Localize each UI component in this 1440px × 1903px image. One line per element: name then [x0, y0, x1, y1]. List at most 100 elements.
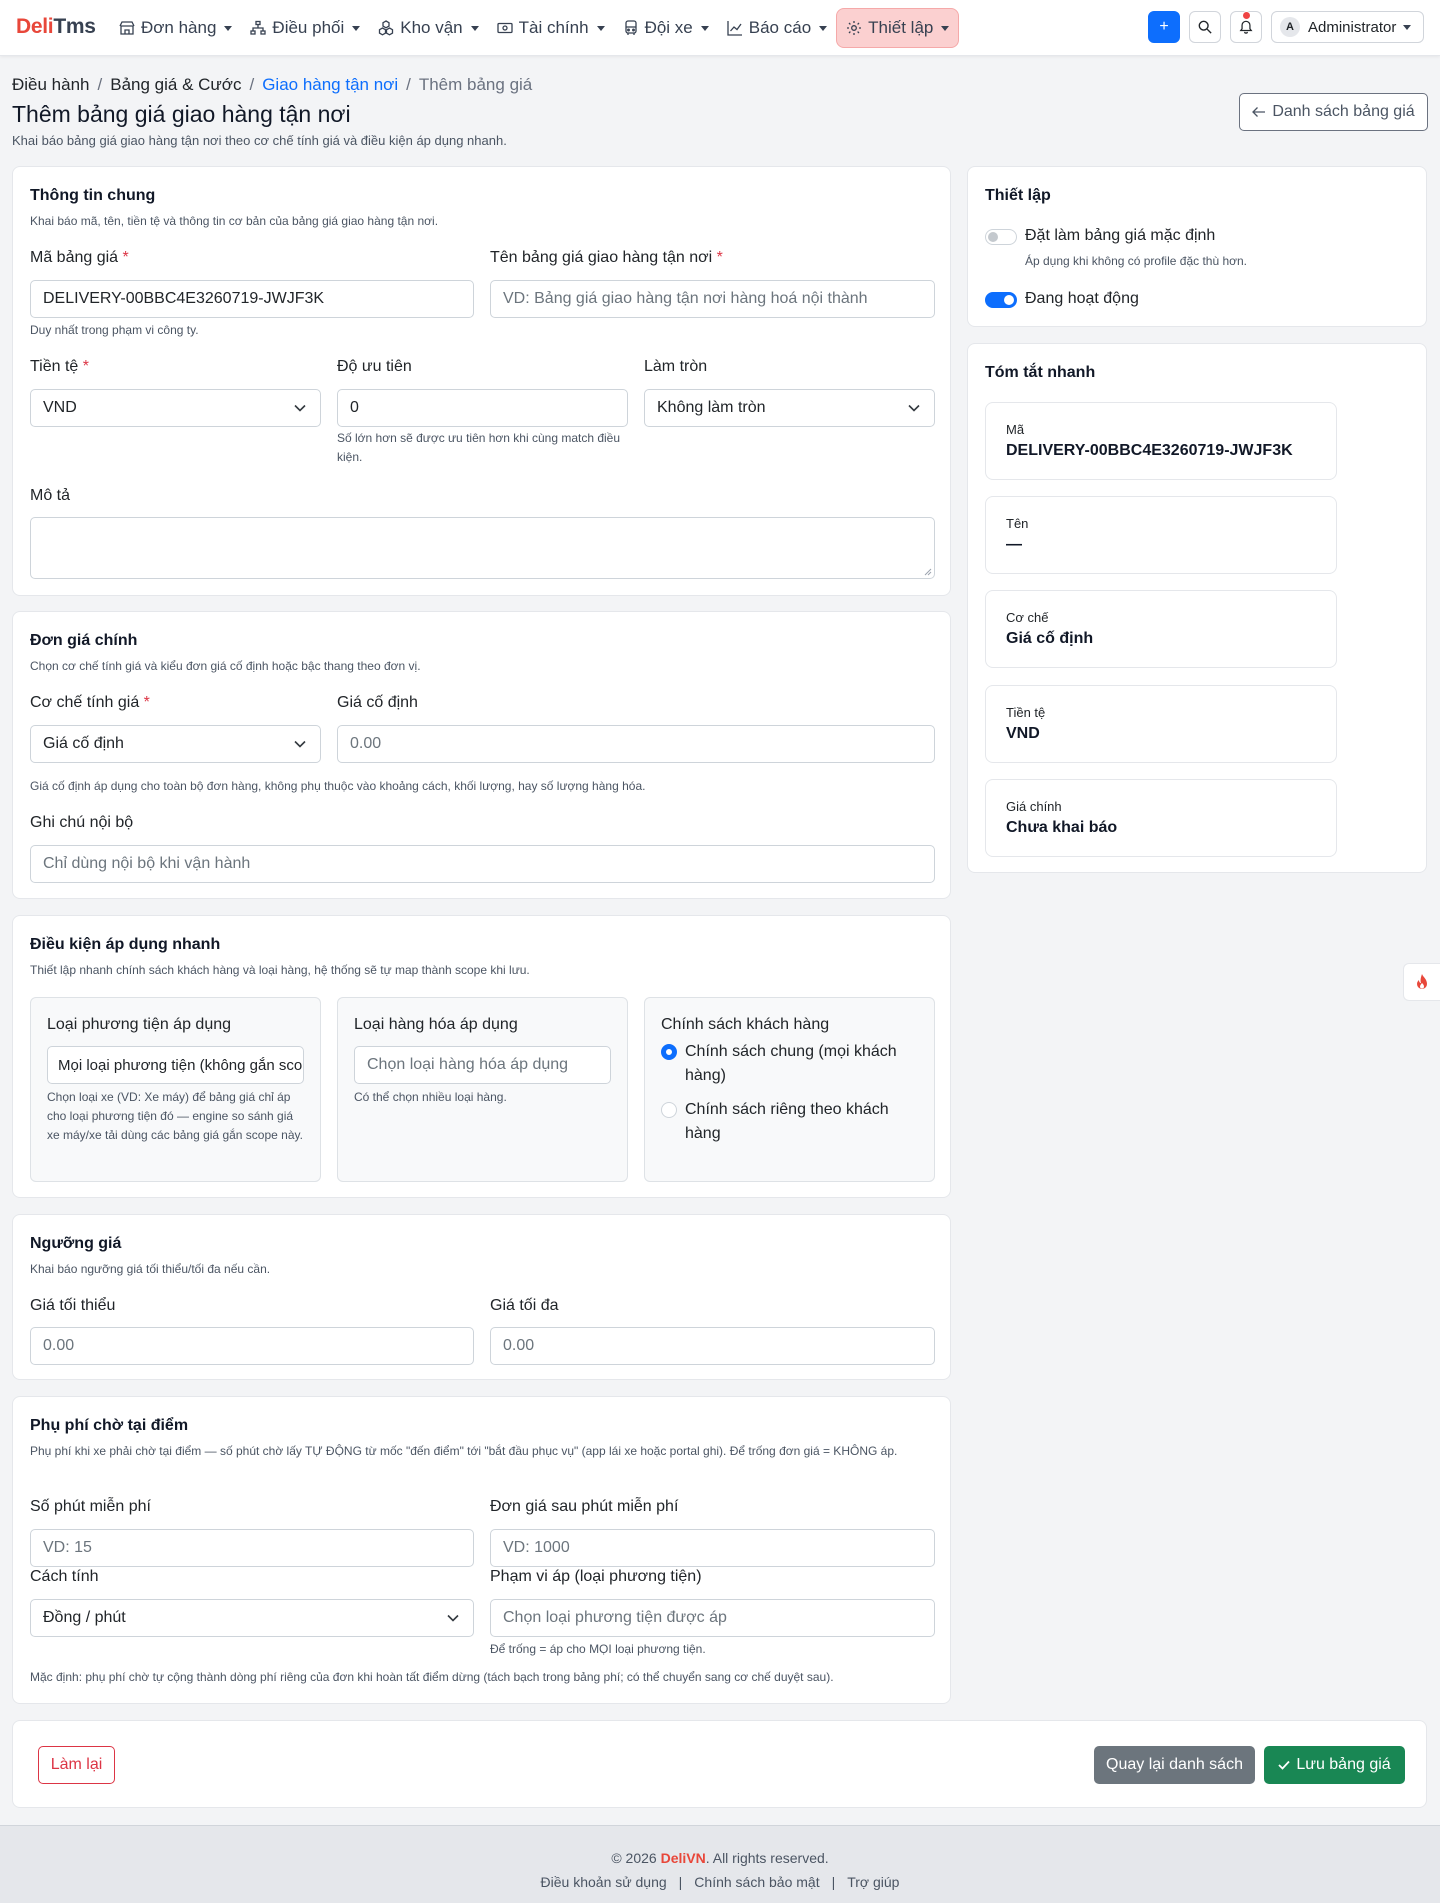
brand-part2: Tms [53, 15, 96, 38]
vehicle-scope-input[interactable]: Mọi loại phương tiện (không gắn scope) [47, 1046, 304, 1084]
policy-specific-label: Chính sách riêng theo khách hàng [685, 1101, 889, 1142]
goods-scope-label: Loại hàng hóa áp dụng [354, 1016, 518, 1033]
default-note: Mặc định: phụ phí chờ tự cộng thành dòng… [30, 1670, 834, 1684]
code-input[interactable]: DELIVERY-00BBC4E3260719-JWJF3K [30, 280, 474, 318]
nav-finance[interactable]: Tài chính [488, 8, 614, 48]
priority-help: Số lớn hơn sẽ được ưu tiên hơn khi cùng … [337, 431, 621, 464]
name-label: Tên bảng giá giao hàng tận nơi * [490, 249, 723, 267]
required-mark: * [82, 358, 90, 375]
breadcrumb-item[interactable]: Bảng giá & Cước [110, 75, 241, 95]
chevron-down-icon [294, 404, 306, 412]
name-input[interactable]: VD: Bảng giá giao hàng tận nơi hàng hoá … [490, 280, 935, 318]
caret-down-icon [700, 25, 709, 31]
quick-add-button[interactable]: + [1148, 11, 1180, 43]
summary-value: Chưa khai báo [1006, 819, 1118, 836]
description-textarea[interactable] [30, 517, 935, 579]
search-icon [1198, 20, 1212, 34]
vehicle-scope-label: Loại phương tiện áp dụng [47, 1016, 232, 1033]
rounding-label: Làm tròn [644, 358, 708, 375]
calc-method-label: Cách tính [30, 1568, 99, 1585]
nav-reports-label: Báo cáo [748, 18, 812, 37]
internal-note-input[interactable]: Chỉ dùng nội bộ khi vận hành [30, 845, 935, 883]
summary-key: Giá chính [1006, 799, 1062, 814]
default-toggle-help: Áp dụng khi không có profile đặc thù hơn… [1025, 254, 1248, 268]
summary-value: DELIVERY-00BBC4E3260719-JWJF3K [1006, 442, 1293, 459]
breadcrumb-link[interactable]: Giao hàng tận nơi [262, 75, 398, 95]
rounding-select[interactable]: Không làm tròn [644, 389, 935, 427]
apply-scope-label: Phạm vi áp (loại phương tiện) [490, 1568, 702, 1585]
apply-scope-input[interactable]: Chọn loại phương tiện được áp [490, 1599, 935, 1637]
footer-link-privacy[interactable]: Chính sách bảo mật [694, 1874, 819, 1890]
breadcrumb-item[interactable]: Điều hành [12, 75, 90, 95]
policy-general-option[interactable]: Chính sách chung (mọi khách hàng) [661, 1040, 911, 1088]
chevron-down-icon [447, 1614, 459, 1622]
quick-summary-card: Tóm tắt nhanh Mã DELIVERY-00BBC4E3260719-… [967, 343, 1427, 873]
footer-link-terms[interactable]: Điều khoản sử dụng [541, 1874, 667, 1890]
back-to-list-secondary-button[interactable]: Quay lại danh sách [1094, 1746, 1255, 1784]
caret-down-icon [941, 25, 950, 31]
summary-item-main-price: Giá chính Chưa khai báo [985, 779, 1337, 857]
nav-warehouse[interactable]: Kho vận [369, 8, 487, 48]
default-toggle[interactable] [985, 229, 1017, 245]
quick-conditions-card: Điều kiện áp dụng nhanh Thiết lập nhanh … [12, 915, 951, 1198]
brand-logo[interactable]: DeliTms [16, 15, 96, 39]
caret-down-icon [224, 25, 233, 31]
nav-settings-label: Thiết lập [868, 18, 934, 37]
summary-value: VND [1006, 725, 1040, 742]
nav-settings[interactable]: Thiết lập [836, 8, 960, 48]
nav-fleet[interactable]: Đội xe [614, 8, 718, 48]
currency-value: VND [43, 399, 77, 416]
priority-input[interactable]: 0 [337, 389, 628, 427]
rate-after-free-input[interactable]: VD: 1000 [490, 1529, 935, 1567]
waiting-fee-card: Phụ phí chờ tại điểm Phụ phí khi xe phải… [12, 1396, 951, 1704]
main-price-card: Đơn giá chính Chọn cơ chế tính giá và ki… [12, 611, 951, 899]
default-toggle-label: Đặt làm bảng giá mặc định [1025, 227, 1216, 244]
fire-icon [1414, 973, 1430, 991]
resize-handle-icon[interactable] [924, 568, 932, 576]
free-minutes-input[interactable]: VD: 15 [30, 1529, 474, 1567]
nav-dispatch[interactable]: Điều phối [241, 8, 369, 48]
currency-select[interactable]: VND [30, 389, 321, 427]
nav-orders-label: Đơn hàng [141, 18, 217, 37]
mechanism-select[interactable]: Giá cố định [30, 725, 321, 763]
section-title: Thông tin chung [30, 187, 156, 204]
save-price-list-button[interactable]: Lưu bảng giá [1264, 1746, 1405, 1784]
active-toggle-label: Đang hoạt động [1025, 290, 1139, 307]
footer-separator: | [678, 1874, 683, 1890]
active-toggle[interactable] [985, 292, 1017, 308]
nav-orders[interactable]: Đơn hàng [110, 8, 241, 48]
footer-link-help[interactable]: Trợ giúp [847, 1874, 899, 1890]
section-title: Tóm tắt nhanh [985, 364, 1096, 381]
section-hint: Phụ phí khi xe phải chờ tại điểm — số ph… [30, 1444, 898, 1458]
user-menu-button[interactable]: A Administrator [1271, 11, 1424, 43]
min-price-input[interactable]: 0.00 [30, 1327, 474, 1365]
boxes-icon [378, 20, 400, 36]
goods-scope-input[interactable]: Chọn loại hàng hóa áp dụng [354, 1046, 611, 1084]
breadcrumb-current: Thêm bảng giá [418, 75, 533, 94]
nav-reports[interactable]: Báo cáo [718, 8, 836, 48]
nav-dispatch-label: Điều phối [272, 18, 345, 37]
nav-fleet-label: Đội xe [644, 18, 693, 37]
summary-item-currency: Tiền tệ VND [985, 685, 1337, 763]
caret-down-icon [819, 25, 828, 31]
footer-links: Điều khoản sử dụng | Chính sách bảo mật | Tr… [0, 1874, 1440, 1890]
mechanism-value: Giá cố định [43, 735, 124, 752]
max-price-label: Giá tối đa [490, 1297, 559, 1314]
policy-general-label: Chính sách chung (mọi khách hàng) [685, 1043, 897, 1084]
section-hint: Chọn cơ chế tính giá và kiểu đơn giá cố … [30, 659, 421, 673]
search-button[interactable] [1189, 11, 1221, 43]
hot-tools-button[interactable] [1403, 963, 1440, 1001]
radio-unchecked[interactable] [661, 1102, 677, 1118]
radio-checked[interactable] [661, 1044, 677, 1060]
notifications-button[interactable] [1230, 11, 1262, 43]
reset-button[interactable]: Làm lại [38, 1746, 115, 1784]
copyright: © 2026 DeliVN. All rights reserved. [0, 1850, 1440, 1866]
free-minutes-label: Số phút miễn phí [30, 1498, 151, 1515]
user-name: Administrator [1308, 18, 1397, 36]
calc-method-select[interactable]: Đồng / phút [30, 1599, 474, 1637]
goods-scope-help: Có thể chọn nhiều loại hàng. [354, 1090, 507, 1104]
back-to-list-button[interactable]: Danh sách bảng giá [1239, 93, 1428, 131]
fixed-price-input[interactable]: 0.00 [337, 725, 935, 763]
policy-specific-option[interactable]: Chính sách riêng theo khách hàng [661, 1098, 911, 1146]
max-price-input[interactable]: 0.00 [490, 1327, 935, 1365]
